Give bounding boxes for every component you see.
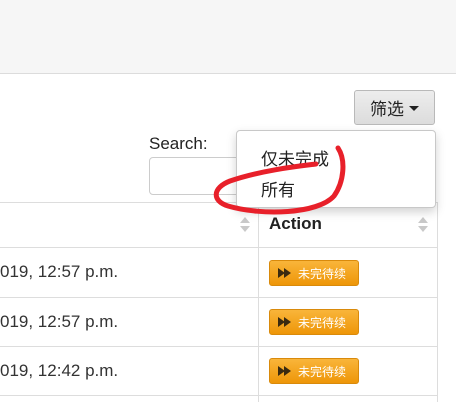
fast-forward-icon: [278, 366, 292, 376]
continue-button-label: 未完待续: [298, 364, 347, 379]
row-divider: [0, 297, 437, 298]
fast-forward-icon: [278, 317, 292, 327]
filter-dropdown-menu: 仅未完成 所有: [236, 130, 436, 208]
top-bar: [0, 0, 456, 74]
column-divider: [258, 202, 259, 402]
continue-button[interactable]: 未完待续: [269, 309, 359, 335]
date-cell: 019, 12:57 p.m.: [0, 312, 119, 331]
filter-button-label: 筛选: [370, 100, 404, 119]
filter-button[interactable]: 筛选: [354, 90, 435, 125]
row-divider: [0, 346, 437, 347]
date-cell: 019, 12:42 p.m.: [0, 361, 119, 380]
continue-button[interactable]: 未完待续: [269, 358, 359, 384]
caret-down-icon: [409, 106, 419, 111]
continue-button-label: 未完待续: [298, 315, 347, 330]
date-cell: 019, 12:57 p.m.: [0, 262, 119, 281]
search-label: Search:: [149, 134, 208, 153]
continue-button-label: 未完待续: [298, 266, 347, 281]
row-divider: [0, 247, 437, 248]
table-right-border: [437, 202, 438, 402]
fast-forward-icon: [278, 268, 292, 278]
row-divider: [0, 395, 437, 396]
continue-button[interactable]: 未完待续: [269, 260, 359, 286]
dropdown-item-incomplete-only[interactable]: 仅未完成: [261, 145, 329, 170]
sort-icon[interactable]: [240, 217, 250, 233]
dropdown-item-all[interactable]: 所有: [261, 176, 295, 201]
sort-icon[interactable]: [418, 217, 428, 233]
column-header-action[interactable]: Action: [269, 214, 322, 234]
